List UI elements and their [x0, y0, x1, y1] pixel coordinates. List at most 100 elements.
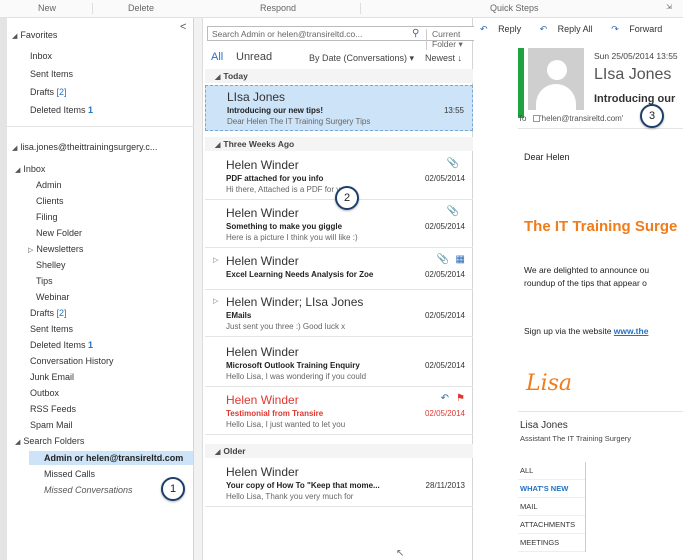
email-greeting: Dear Helen [524, 152, 570, 162]
avatar[interactable] [528, 48, 584, 110]
calendar-icon: ▦ [455, 254, 465, 265]
new-group-label[interactable]: New [38, 3, 56, 13]
reading-pane: ↶ Reply ↶ Reply All ↷ Forward Sun 25/05/… [474, 18, 683, 560]
folder-clients[interactable]: Clients [36, 196, 64, 206]
paperclip-icon: 📎 [436, 254, 449, 265]
group-header-three-weeks-ago[interactable]: ◢ Three Weeks Ago [205, 137, 473, 151]
collapse-triangle-icon: ◢ [15, 439, 21, 446]
delete-group-label[interactable]: Delete [128, 3, 154, 13]
email-signature: Lisa [526, 371, 573, 396]
filter-all[interactable]: All [211, 51, 223, 63]
sort-order-toggle[interactable]: Newest ↓ [425, 53, 462, 63]
message-preview: Hello Lisa, Thank you very much for [226, 492, 354, 501]
people-pane-name[interactable]: Lisa Jones [520, 420, 568, 431]
respond-group-label[interactable]: Respond [260, 3, 296, 13]
folder-new-folder[interactable]: New Folder [36, 228, 82, 238]
message-list-pane: Search Admin or helen@transireltd.co... … [203, 18, 485, 560]
tab-meetings[interactable]: MEETINGS [518, 534, 585, 552]
folder-tips[interactable]: Tips [36, 276, 53, 286]
message-subject-heading: Introducing our [594, 93, 676, 105]
message-sender: Helen Winder [226, 254, 299, 268]
message-preview: Hello Lisa, I was wondering if you could [226, 372, 367, 381]
search-folders-header[interactable]: ◢ Search Folders [15, 436, 84, 446]
message-row[interactable]: ▷ Helen Winder 📎 ▦ Excel Learning Needs … [205, 250, 473, 290]
favorites-sent-items[interactable]: Sent Items [30, 69, 73, 79]
search-input[interactable]: Search Admin or helen@transireltd.co... [212, 29, 362, 39]
collapse-triangle-icon: ◢ [215, 142, 221, 149]
folder-junk-email[interactable]: Junk Email [30, 372, 74, 382]
message-preview: Hello Lisa, I just wanted to let you [226, 420, 346, 429]
search-folder-missed-calls[interactable]: Missed Calls [44, 469, 95, 479]
folder-rss-feeds[interactable]: RSS Feeds [30, 404, 76, 414]
folder-divider [7, 126, 194, 127]
folder-deleted-items[interactable]: Deleted Items 1 [30, 340, 93, 350]
expand-conversation-icon[interactable]: ▷ [213, 256, 218, 264]
flag-icon[interactable]: ⚑ [456, 393, 465, 404]
message-date: 02/05/2014 [424, 409, 465, 418]
navigation-stripe [0, 18, 7, 560]
mouse-cursor-icon: ↖ [396, 548, 405, 559]
folder-drafts[interactable]: Drafts [2] [30, 308, 67, 318]
account-header[interactable]: ◢ lisa.jones@theittrainingsurgery.c... [12, 142, 157, 152]
expand-conversation-icon[interactable]: ▷ [213, 297, 218, 305]
folder-admin[interactable]: Admin [36, 180, 62, 190]
folder-webinar[interactable]: Webinar [36, 292, 69, 302]
folder-filing[interactable]: Filing [36, 212, 58, 222]
favorites-inbox[interactable]: Inbox [30, 51, 52, 61]
email-headline: The IT Training Surge [524, 218, 678, 235]
sort-by-dropdown[interactable]: By Date (Conversations) ▾ [309, 53, 414, 64]
reply-button[interactable]: ↶ Reply [480, 24, 529, 34]
reply-all-button[interactable]: ↶ Reply All [540, 24, 601, 34]
people-pane-tabs: ALL WHAT'S NEW MAIL ATTACHMENTS MEETINGS [518, 462, 586, 552]
pane-splitter[interactable] [194, 18, 203, 560]
message-row[interactable]: Helen Winder Your copy of How To "Keep t… [205, 461, 473, 507]
folder-newsletters[interactable]: ▷ Newsletters [28, 244, 83, 254]
sender-name[interactable]: LIsa Jones [594, 66, 671, 84]
forward-button[interactable]: ↷ Forward [611, 24, 670, 34]
forward-icon: ↷ [611, 24, 619, 34]
recipient-address[interactable]: 'helen@transireltd.com' [540, 114, 623, 123]
folder-conversation-history[interactable]: Conversation History [30, 356, 114, 366]
email-paragraph: We are delighted to announce ou roundup o… [524, 265, 650, 288]
tab-whats-new[interactable]: WHAT'S NEW [518, 480, 585, 498]
search-box[interactable]: Search Admin or helen@transireltd.co... … [207, 26, 485, 50]
search-folder-admin-or-helen[interactable]: Admin or helen@transireltd.com [29, 451, 193, 465]
collapse-pane-icon[interactable]: < [180, 21, 186, 33]
message-subject: Microsoft Outlook Training Enquiry [226, 361, 360, 370]
favorites-header[interactable]: ◢ Favorites [12, 30, 57, 40]
message-sender: Helen Winder [226, 345, 299, 359]
divider [518, 411, 683, 412]
quick-steps-group-label[interactable]: Quick Steps [490, 3, 539, 13]
inbox-folder[interactable]: ◢ Inbox [15, 164, 45, 174]
tab-attachments[interactable]: ATTACHMENTS [518, 516, 585, 534]
callout-badge: 1 [161, 477, 185, 501]
divider [518, 128, 683, 129]
message-date: 02/05/2014 [424, 174, 465, 183]
message-sender: Helen Winder [226, 465, 299, 479]
message-preview: Here is a picture I think you will like … [226, 233, 358, 242]
message-row[interactable]: Helen Winder Microsoft Outlook Training … [205, 341, 473, 387]
folder-sent-items[interactable]: Sent Items [30, 324, 73, 334]
message-row[interactable]: Helen Winder 📎 Something to make you gig… [205, 202, 473, 248]
paperclip-icon: 📎 [446, 158, 459, 169]
tab-all[interactable]: ALL [518, 462, 585, 480]
website-link[interactable]: www.the [614, 326, 649, 336]
dialog-launcher-icon[interactable]: ⇲ [666, 3, 672, 11]
outlook-window: New Delete Respond Quick Steps ⇲ ◢ Favori… [0, 0, 683, 560]
message-sender: Helen Winder [226, 393, 299, 407]
tab-mail[interactable]: MAIL [518, 498, 585, 516]
search-icon[interactable]: ⚲ [412, 28, 419, 39]
group-header-older[interactable]: ◢ Older [205, 444, 473, 458]
search-folder-missed-conversations[interactable]: Missed Conversations [44, 485, 133, 495]
message-row[interactable]: Helen Winder ↶ ⚑ Testimonial from Transi… [205, 389, 473, 435]
message-row[interactable]: LIsa Jones Introducing our new tips! Dea… [205, 85, 473, 131]
folder-spam-mail[interactable]: Spam Mail [30, 420, 73, 430]
filter-unread[interactable]: Unread [236, 51, 272, 63]
favorites-drafts[interactable]: Drafts [2] [30, 87, 67, 97]
message-row[interactable]: ▷ Helen Winder; LIsa Jones EMails Just s… [205, 291, 473, 337]
collapse-triangle-icon: ◢ [215, 74, 221, 81]
folder-shelley[interactable]: Shelley [36, 260, 66, 270]
favorites-deleted-items[interactable]: Deleted Items 1 [30, 105, 93, 115]
group-header-today[interactable]: ◢ Today [205, 69, 473, 83]
folder-outbox[interactable]: Outbox [30, 388, 59, 398]
